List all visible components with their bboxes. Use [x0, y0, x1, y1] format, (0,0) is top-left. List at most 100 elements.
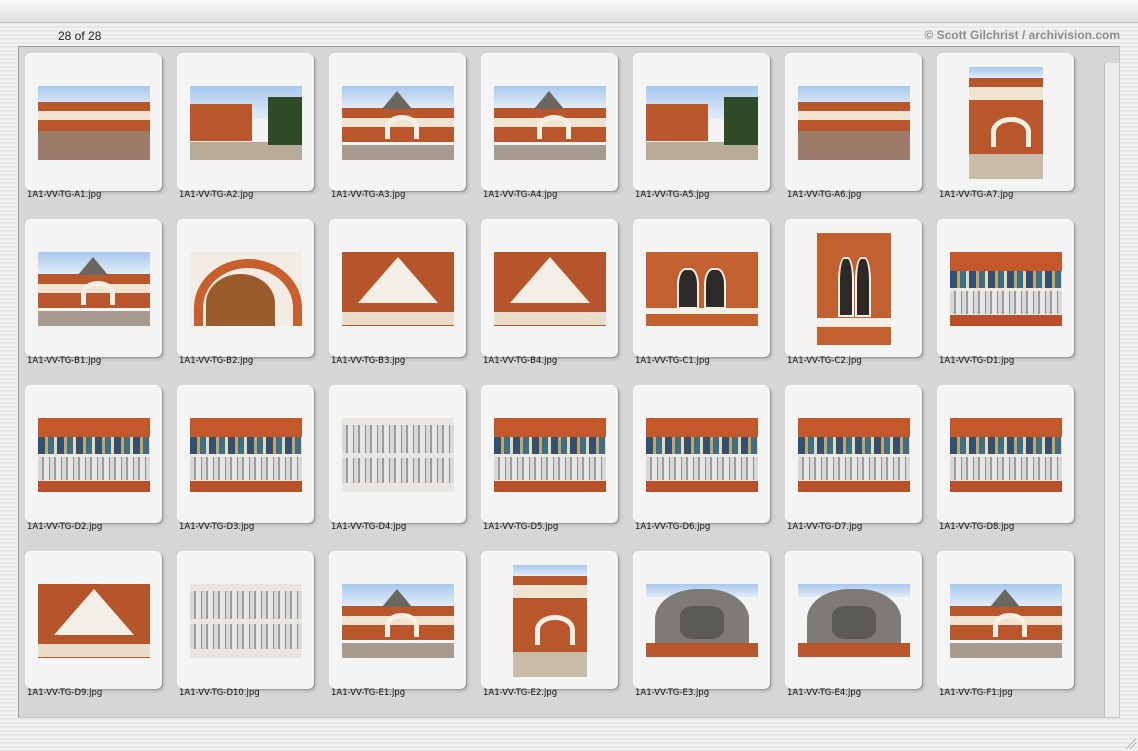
slide-mount[interactable] — [938, 54, 1074, 191]
slide-mount[interactable] — [482, 386, 618, 523]
thumbnail-cell[interactable]: 1A1-VV-TG-C2.jpg — [779, 213, 931, 375]
frieze-photo[interactable] — [646, 417, 758, 492]
thumbnail-cell[interactable]: 1A1-VV-TG-A3.jpg — [323, 47, 475, 209]
courtyard-photo[interactable] — [38, 85, 150, 160]
thumbnail-filename: 1A1-VV-TG-D7.jpg — [787, 522, 863, 532]
title-bar — [0, 0, 1138, 23]
thumbnail-cell[interactable]: 1A1-VV-TG-A2.jpg — [171, 47, 323, 209]
vertical-scrollbar[interactable] — [1104, 63, 1119, 717]
slide-mount[interactable] — [330, 386, 466, 523]
thumbnail-cell[interactable]: 1A1-VV-TG-C1.jpg — [627, 213, 779, 375]
frieze-photo[interactable] — [798, 417, 910, 492]
relief-photo[interactable] — [646, 583, 758, 658]
thumbnail-filename: 1A1-VV-TG-C2.jpg — [787, 356, 862, 366]
frieze-photo[interactable] — [950, 417, 1062, 492]
facade-photo[interactable] — [494, 85, 606, 160]
frieze-photo[interactable] — [950, 251, 1062, 326]
slide-mount[interactable] — [634, 386, 770, 523]
slide-mount[interactable] — [26, 220, 162, 357]
street-photo[interactable] — [190, 85, 302, 160]
thumbnail-cell[interactable]: 1A1-VV-TG-A5.jpg — [627, 47, 779, 209]
thumbnail-filename: 1A1-VV-TG-A6.jpg — [787, 190, 862, 200]
resize-grip-icon[interactable] — [1124, 737, 1136, 749]
courtyard-photo[interactable] — [798, 85, 910, 160]
thumbnail-cell[interactable]: 1A1-VV-TG-A7.jpg — [931, 47, 1083, 209]
thumbnail-filename: 1A1-VV-TG-B3.jpg — [331, 356, 406, 366]
thumbnail-cell[interactable]: 1A1-VV-TG-A4.jpg — [475, 47, 627, 209]
slide-mount[interactable] — [178, 386, 314, 523]
slide-mount[interactable] — [938, 220, 1074, 357]
tower-photo[interactable] — [513, 564, 587, 677]
thumbnail-cell[interactable]: 1A1-VV-TG-D2.jpg — [19, 379, 171, 541]
slide-mount[interactable] — [330, 220, 466, 357]
slide-mount[interactable] — [634, 552, 770, 689]
thumbnail-cell[interactable]: 1A1-VV-TG-B4.jpg — [475, 213, 627, 375]
thumbnail-cell[interactable]: 1A1-VV-TG-D1.jpg — [931, 213, 1083, 375]
slide-mount[interactable] — [482, 552, 618, 689]
thumbnail-cell[interactable]: 1A1-VV-TG-D3.jpg — [171, 379, 323, 541]
slide-mount[interactable] — [786, 220, 922, 357]
thumbnail-cell[interactable]: 1A1-VV-TG-E2.jpg — [475, 545, 627, 707]
thumbnail-cell[interactable]: 1A1-VV-TG-F1.jpg — [931, 545, 1083, 707]
arch-photo[interactable] — [190, 251, 302, 326]
tower-photo[interactable] — [969, 66, 1043, 179]
gable-photo[interactable] — [494, 251, 606, 326]
facade-photo[interactable] — [342, 85, 454, 160]
slide-mount[interactable] — [482, 54, 618, 191]
slide-mount[interactable] — [786, 54, 922, 191]
thumbnail-cell[interactable]: 1A1-VV-TG-B1.jpg — [19, 213, 171, 375]
slide-mount[interactable] — [786, 552, 922, 689]
thumbnail-cell[interactable]: 1A1-VV-TG-A1.jpg — [19, 47, 171, 209]
thumbnail-filename: 1A1-VV-TG-D9.jpg — [27, 688, 103, 698]
slide-mount[interactable] — [178, 552, 314, 689]
inscription-photo[interactable] — [342, 417, 454, 492]
slide-mount[interactable] — [26, 54, 162, 191]
thumbnail-cell[interactable]: 1A1-VV-TG-D7.jpg — [779, 379, 931, 541]
slide-mount[interactable] — [938, 552, 1074, 689]
frieze-photo[interactable] — [38, 417, 150, 492]
thumbnail-cell[interactable]: 1A1-VV-TG-B3.jpg — [323, 213, 475, 375]
thumbnail-cell[interactable]: 1A1-VV-TG-D10.jpg — [171, 545, 323, 707]
frieze-photo[interactable] — [190, 417, 302, 492]
window-photo[interactable] — [646, 251, 758, 326]
thumbnail-cell[interactable]: 1A1-VV-TG-E3.jpg — [627, 545, 779, 707]
thumbnail-filename: 1A1-VV-TG-B2.jpg — [179, 356, 254, 366]
gable-photo[interactable] — [38, 583, 150, 658]
thumbnail-filename: 1A1-VV-TG-E4.jpg — [787, 688, 862, 698]
slide-mount[interactable] — [330, 552, 466, 689]
slide-mount[interactable] — [634, 54, 770, 191]
slide-mount[interactable] — [634, 220, 770, 357]
thumbnail-cell[interactable]: 1A1-VV-TG-D4.jpg — [323, 379, 475, 541]
facade-photo[interactable] — [342, 583, 454, 658]
slide-mount[interactable] — [330, 54, 466, 191]
facade-photo[interactable] — [38, 251, 150, 326]
thumbnail-filename: 1A1-VV-TG-B1.jpg — [27, 356, 102, 366]
gable-photo[interactable] — [342, 251, 454, 326]
thumbnail-cell[interactable]: 1A1-VV-TG-D9.jpg — [19, 545, 171, 707]
thumbnail-filename: 1A1-VV-TG-A3.jpg — [331, 190, 406, 200]
thumbnail-cell[interactable]: 1A1-VV-TG-D8.jpg — [931, 379, 1083, 541]
thumbnail-filename: 1A1-VV-TG-E1.jpg — [331, 688, 406, 698]
thumbnail-filename: 1A1-VV-TG-A2.jpg — [179, 190, 254, 200]
inscription-photo[interactable] — [190, 583, 302, 658]
thumbnail-cell[interactable]: 1A1-VV-TG-E4.jpg — [779, 545, 931, 707]
relief-photo[interactable] — [798, 583, 910, 658]
thumbnail-cell[interactable]: 1A1-VV-TG-D6.jpg — [627, 379, 779, 541]
slide-mount[interactable] — [26, 386, 162, 523]
facade-photo[interactable] — [950, 583, 1062, 658]
slide-mount[interactable] — [482, 220, 618, 357]
window-photo[interactable] — [817, 232, 891, 345]
slide-mount[interactable] — [938, 386, 1074, 523]
slide-mount[interactable] — [786, 386, 922, 523]
thumbnail-filename: 1A1-VV-TG-B4.jpg — [483, 356, 558, 366]
thumbnail-cell[interactable]: 1A1-VV-TG-A6.jpg — [779, 47, 931, 209]
thumbnail-cell[interactable]: 1A1-VV-TG-D5.jpg — [475, 379, 627, 541]
street-photo[interactable] — [646, 85, 758, 160]
slide-mount[interactable] — [26, 552, 162, 689]
thumbnail-cell[interactable]: 1A1-VV-TG-E1.jpg — [323, 545, 475, 707]
slide-mount[interactable] — [178, 54, 314, 191]
slide-mount[interactable] — [178, 220, 314, 357]
thumbnail-cell[interactable]: 1A1-VV-TG-B2.jpg — [171, 213, 323, 375]
frieze-photo[interactable] — [494, 417, 606, 492]
thumbnail-filename: 1A1-VV-TG-C1.jpg — [635, 356, 710, 366]
